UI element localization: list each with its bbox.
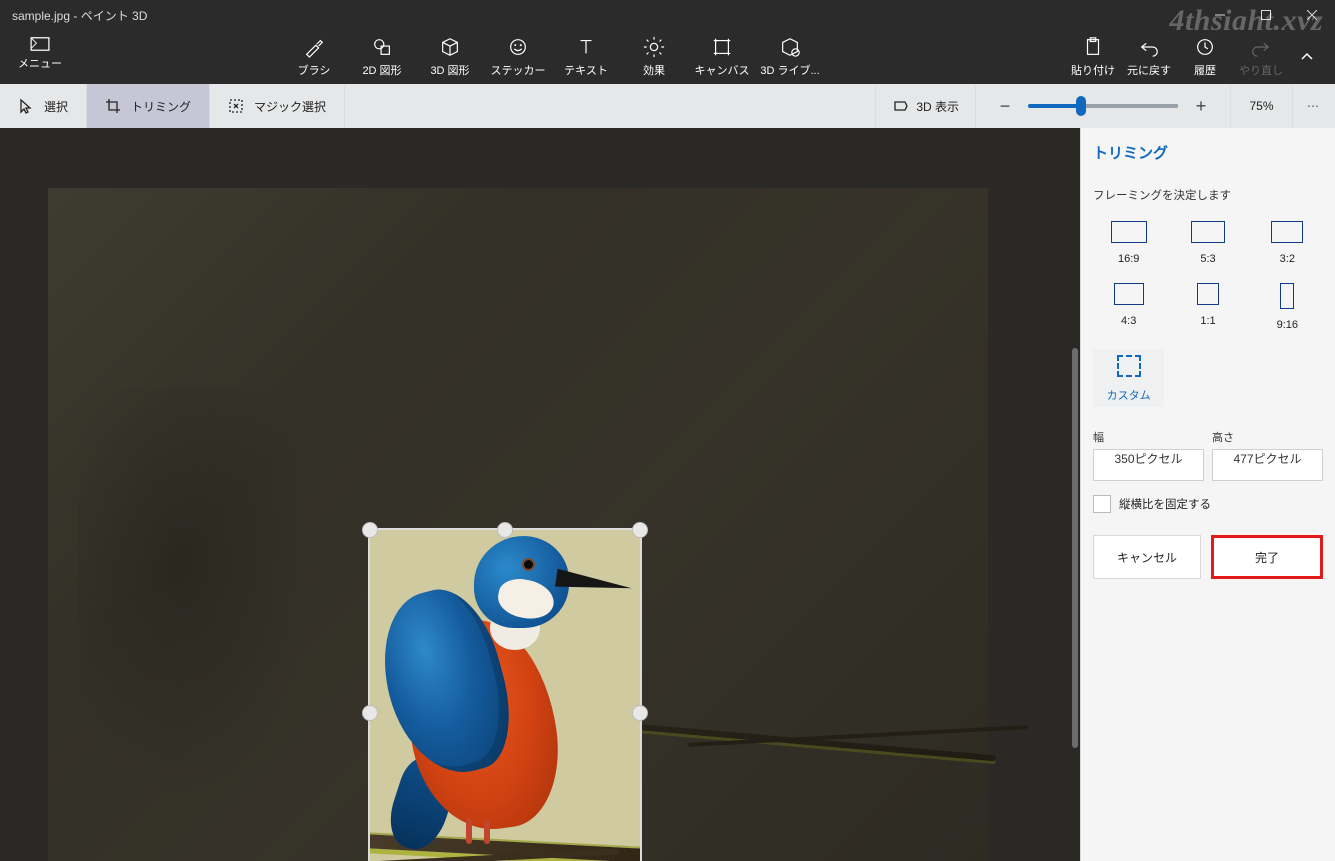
crop-selection[interactable] [368,528,642,861]
height-label: 高さ [1212,429,1323,445]
crop-tool-button[interactable]: トリミング [87,84,210,128]
frame-preset-16-9[interactable]: 16:9 [1093,221,1164,265]
window-maximize-button[interactable] [1243,0,1289,30]
magic-select-button[interactable]: マジック選択 [210,84,345,128]
window-minimize-button[interactable] [1197,0,1243,30]
select-tool-button[interactable]: 選択 [0,84,87,128]
frame-preset-1-1[interactable]: 1:1 [1172,283,1243,331]
history-button[interactable]: 履歴 [1177,30,1233,78]
tool-2d-shapes[interactable]: 2D 図形 [348,30,416,78]
frame-preset-custom[interactable]: カスタム [1093,349,1164,407]
tool-stickers[interactable]: ステッカー [484,30,552,78]
crop-handle-tr[interactable] [632,522,648,538]
zoom-controls: − + [975,84,1230,128]
zoom-in-button[interactable]: + [1188,96,1214,117]
zoom-percent[interactable]: 75% [1230,84,1292,128]
width-label: 幅 [1093,429,1204,445]
paste-button[interactable]: 貼り付け [1065,30,1121,78]
collapse-ribbon-button[interactable] [1289,30,1325,84]
tool-text[interactable]: テキスト [552,30,620,78]
done-button[interactable]: 完了 [1211,535,1323,579]
side-panel: トリミング フレーミングを決定します 16:9 5:3 3:2 4:3 1:1 … [1080,128,1335,861]
width-input[interactable]: 350ピクセル [1093,449,1204,481]
zoom-out-button[interactable]: − [992,96,1018,117]
crop-handle-t[interactable] [497,522,513,538]
tool-canvas[interactable]: キャンバス [688,30,756,78]
redo-button: やり直し [1233,30,1289,78]
window-titlebar: sample.jpg - ペイント 3D 4thsight.xyz [0,0,1335,30]
sub-toolbar: 選択 トリミング マジック選択 3D 表示 − + 75% ⋯ [0,84,1335,128]
lock-aspect-label: 縦横比を固定する [1119,496,1211,512]
window-title: sample.jpg - ペイント 3D [0,7,147,24]
lock-aspect-row[interactable]: 縦横比を固定する [1093,495,1323,513]
undo-button[interactable]: 元に戻す [1121,30,1177,78]
ribbon: メニュー ブラシ 2D 図形 3D 図形 ステッカー テキスト 効果 キャ [0,30,1335,84]
cancel-button[interactable]: キャンセル [1093,535,1201,579]
tool-3d-library[interactable]: 3D ライブ... [756,30,824,78]
frame-preset-9-16[interactable]: 9:16 [1252,283,1323,331]
tool-brushes[interactable]: ブラシ [280,30,348,78]
frame-preset-3-2[interactable]: 3:2 [1252,221,1323,265]
zoom-slider[interactable] [1028,104,1178,108]
window-close-button[interactable] [1289,0,1335,30]
tool-effects[interactable]: 効果 [620,30,688,78]
panel-subtitle: フレーミングを決定します [1093,187,1323,203]
crop-handle-l[interactable] [362,705,378,721]
height-input[interactable]: 477ピクセル [1212,449,1323,481]
frame-preset-4-3[interactable]: 4:3 [1093,283,1164,331]
panel-title: トリミング [1093,142,1323,163]
frame-preset-5-3[interactable]: 5:3 [1172,221,1243,265]
more-options-button[interactable]: ⋯ [1292,84,1335,128]
canvas-scrollbar[interactable] [1072,348,1078,748]
lock-aspect-checkbox[interactable] [1093,495,1111,513]
menu-button[interactable]: メニュー [0,30,80,71]
canvas-area[interactable] [0,128,1080,861]
menu-label: メニュー [18,58,62,70]
tool-3d-shapes[interactable]: 3D 図形 [416,30,484,78]
crop-handle-tl[interactable] [362,522,378,538]
crop-handle-r[interactable] [632,705,648,721]
view-3d-button[interactable]: 3D 表示 [875,84,975,128]
